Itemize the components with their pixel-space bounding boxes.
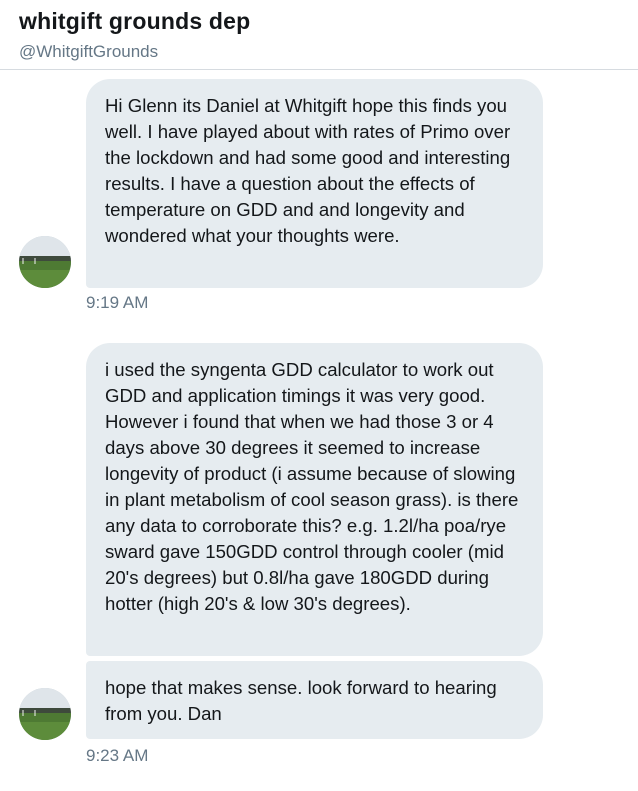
message-timestamp: 9:19 AM (86, 293, 149, 312)
avatar-field-icon (19, 236, 71, 288)
message-timestamp: 9:23 AM (86, 746, 149, 765)
message-bubble[interactable]: i used the syngenta GDD calculator to wo… (86, 343, 543, 656)
conversation-handle[interactable]: @WhitgiftGrounds (19, 42, 158, 62)
avatar[interactable] (19, 236, 71, 288)
message-bubble[interactable]: hope that makes sense. look forward to h… (86, 661, 543, 739)
conversation-header: whitgift grounds dep @WhitgiftGrounds (0, 0, 638, 70)
avatar-field-icon (19, 688, 71, 740)
message-bubble[interactable]: Hi Glenn its Daniel at Whitgift hope thi… (86, 79, 543, 288)
avatar[interactable] (19, 688, 71, 740)
conversation-title[interactable]: whitgift grounds dep (19, 8, 250, 35)
